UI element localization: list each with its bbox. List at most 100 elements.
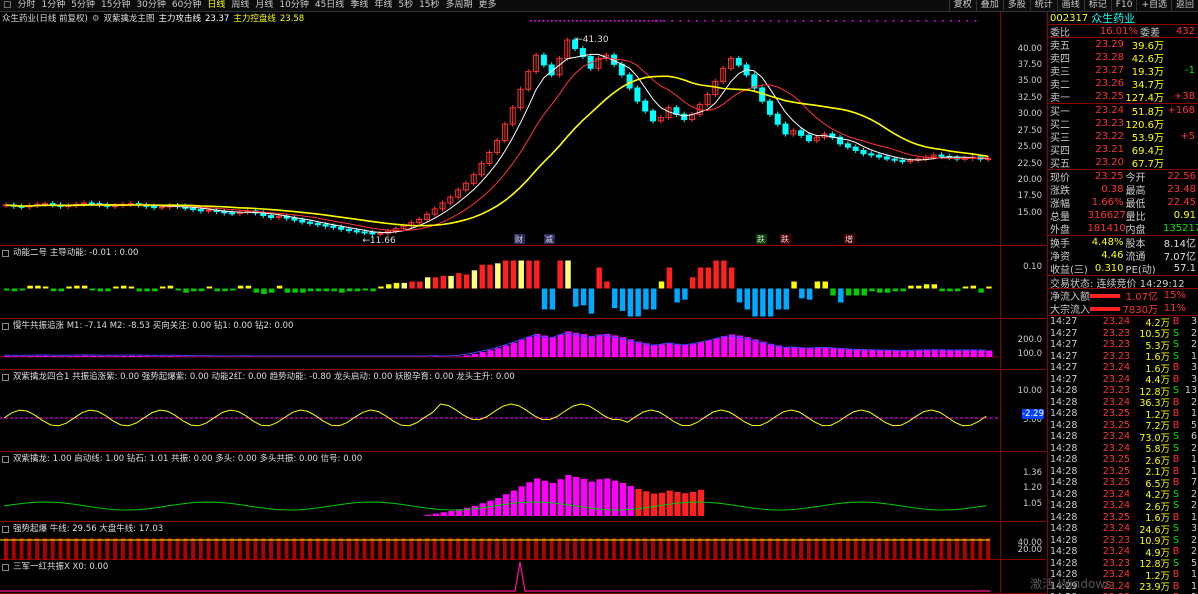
top-marker [696, 20, 698, 22]
resonance-bar [884, 350, 892, 357]
panel-0-chart[interactable] [0, 246, 1046, 319]
toolbar-btn-0[interactable]: 复权 [948, 0, 976, 11]
energy-bar [401, 282, 408, 289]
flow-bar [1090, 293, 1120, 298]
panel-5[interactable]: 三军一红共振X X0: 0.00 [0, 560, 1046, 594]
toolbar-checkbox-icon[interactable]: ▢ [0, 0, 15, 11]
trade-row[interactable]: 14:28 23.25 1.2万 B 1 [1048, 408, 1198, 421]
panel-checkbox-icon[interactable] [2, 373, 9, 381]
panel-5-chart[interactable] [0, 560, 1046, 594]
resonance-bar [689, 343, 697, 357]
period-14[interactable]: 15秒 [416, 0, 442, 11]
trade-row[interactable]: 14:28 23.24 5.8万 S 2 [1048, 442, 1198, 456]
panel-scale-4[interactable]: 40.00 20.00 [1000, 522, 1046, 559]
period-13[interactable]: 5秒 [395, 0, 416, 11]
trade-row[interactable]: 14:28 23.23 12.8万 S 5 [1048, 558, 1198, 571]
period-8[interactable]: 月线 [252, 0, 276, 11]
period-11[interactable]: 季线 [347, 0, 371, 11]
dragon-bar [651, 493, 658, 516]
trade-row[interactable]: 14:28 23.25 2.1万 B 1 [1048, 466, 1198, 479]
period-10[interactable]: 45日线 [312, 0, 347, 11]
trade-row[interactable]: 14:28 23.24 36.3万 B 2 [1048, 397, 1198, 410]
resonance-bar [471, 353, 478, 357]
panel-checkbox-icon[interactable] [2, 249, 9, 257]
toolbar-btn-7[interactable]: 返回 [1170, 0, 1198, 11]
trade-row[interactable]: 14:27 23.23 10.5万 S 2 [1048, 328, 1198, 341]
panel-3[interactable]: 双紫擒龙: 1.00 启动线: 1.00 钻石: 1.01 共振: 0.00 多… [0, 452, 1046, 522]
trade-row[interactable]: 14:28 23.24 24.6万 S 3 [1048, 523, 1198, 536]
panel-title-4: 强势起爆 牛线: 29.56 大盘牛线: 17.03 [13, 524, 164, 534]
panel-scale-0[interactable]: 0.10 [1000, 246, 1046, 318]
trade-row[interactable]: 14:27 23.24 4.4万 B 3 [1048, 374, 1198, 387]
energy-bar [315, 288, 322, 292]
burst-bar [331, 538, 336, 560]
period-3[interactable]: 15分钟 [98, 0, 133, 11]
trade-row[interactable]: 14:28 23.24 4.9万 B 2 [1048, 546, 1198, 559]
period-2[interactable]: 5分钟 [68, 0, 98, 11]
burst-bar [346, 538, 351, 560]
panel-header-1: 慢牛共振追涨 M1: -7.14 M2: -8.53 买向关注: 0.00 钻1… [2, 320, 293, 332]
energy-bar [183, 288, 189, 293]
trade-row[interactable]: 14:28 23.25 2.6万 B 1 [1048, 454, 1198, 467]
trade-row[interactable]: 14:27 23.23 1.6万 S 1 [1048, 351, 1198, 364]
trade-row[interactable]: 14:27 23.24 4.2万 B 3 [1048, 316, 1198, 329]
resonance-bar [42, 355, 50, 357]
toolbar-btn-1[interactable]: 叠加 [975, 0, 1003, 11]
kline-chart[interactable]: ←41.30 ←11.66 财 减 跌 跌 增 [0, 12, 1046, 246]
candle-body [650, 110, 657, 122]
resonance-bar [612, 335, 619, 357]
panel-scale-1[interactable]: 200.0 100.0 [1000, 319, 1046, 369]
dragon-bar [666, 490, 673, 516]
panel-scale-3[interactable]: 1.36 1.20 1.05 [1000, 452, 1046, 521]
toolbar-btn-4[interactable]: 画线 [1056, 0, 1084, 11]
panel-2[interactable]: 双紫擒龙四合1 共振追涨紫: 0.00 强势起爆紫: 0.00 动能2红: 0.… [0, 370, 1046, 452]
price-tick: 15.00 [1017, 207, 1042, 218]
trade-row[interactable]: 14:28 23.23 12.8万 S 13 [1048, 385, 1198, 398]
indicator-name[interactable]: 双紫擒龙主图 [103, 13, 154, 25]
period-15[interactable]: 多周期 [443, 0, 476, 11]
toolbar-btn-6[interactable]: +自选 [1136, 0, 1171, 11]
period-5[interactable]: 60分钟 [169, 0, 204, 11]
panel-0[interactable]: 动能二号 主导动能: -0.01 : 0.00 0.10 [0, 246, 1046, 319]
toolbar-btn-3[interactable]: 统计 [1029, 0, 1057, 11]
panel-1[interactable]: 慢牛共振追涨 M1: -7.14 M2: -8.53 买向关注: 0.00 钻1… [0, 319, 1046, 370]
settings-icon[interactable]: ⚙ [92, 13, 100, 25]
trade-time: 14:28 [1050, 442, 1078, 454]
trade-row[interactable]: 14:27 23.23 5.3万 S 2 [1048, 339, 1198, 352]
trade-row[interactable]: 14:28 23.23 10.9万 S 2 [1048, 535, 1198, 548]
chart-area[interactable]: ←41.30 ←11.66 财 减 跌 跌 增 众生药业(日线 前复权) ⚙ 双紫擒龙主图 … [0, 12, 1046, 594]
panel-scale-2[interactable]: 10.00 5.00 -2.29 [1000, 370, 1046, 451]
dragon-bar [534, 478, 541, 516]
period-7[interactable]: 周线 [228, 0, 252, 11]
period-16[interactable]: 更多 [476, 0, 500, 11]
trade-ticks[interactable]: 14:27 23.24 4.2万 B 3 14:27 23.23 10.5万 S 2 14:27 23… [1048, 316, 1198, 594]
panel-checkbox-icon[interactable] [2, 455, 9, 463]
trade-row[interactable]: 14:28 23.24 2.6万 S 2 [1048, 500, 1198, 513]
period-4[interactable]: 30分钟 [133, 0, 168, 11]
panel-checkbox-icon[interactable] [2, 563, 9, 571]
trade-row[interactable]: 14:28 23.24 73.0万 S 6 [1048, 431, 1198, 444]
main-kline-panel[interactable]: ←41.30 ←11.66 财 减 跌 跌 增 众生药业(日线 前复权) ⚙ 双紫擒龙主图 … [0, 12, 1046, 246]
trade-row[interactable]: 14:28 23.25 1.6万 B 1 [1048, 512, 1198, 525]
panel-4[interactable]: 强势起爆 牛线: 29.56 大盘牛线: 17.03 40.00 20.00 [0, 522, 1046, 560]
stat-value2: 22.56 [1167, 171, 1196, 182]
period-6[interactable]: 日线 [204, 0, 228, 11]
energy-bar [799, 288, 805, 299]
period-0[interactable]: 分时 [15, 0, 39, 11]
burst-bar [448, 538, 453, 560]
period-1[interactable]: 1分钟 [39, 0, 69, 11]
panel-checkbox-icon[interactable] [2, 322, 9, 330]
trade-row[interactable]: 14:28 23.25 6.5万 B 7 [1048, 477, 1198, 490]
toolbar-btn-2[interactable]: 多股 [1002, 0, 1030, 11]
period-9[interactable]: 10分钟 [276, 0, 311, 11]
trade-row[interactable]: 14:27 23.24 1.6万 B 3 [1048, 362, 1198, 375]
burst-bar [81, 538, 86, 560]
panel-checkbox-icon[interactable] [2, 525, 9, 533]
stat2-value2: 7.07亿 [1163, 252, 1196, 263]
price-scale[interactable]: 40.00 37.50 35.00 32.50 30.00 27.50 25.00 22.50… [1000, 12, 1046, 245]
resonance-bar [81, 355, 89, 357]
trade-row[interactable]: 14:28 23.25 7.2万 B 5 [1048, 420, 1198, 433]
period-12[interactable]: 年线 [371, 0, 395, 11]
trade-row[interactable]: 14:28 23.24 4.2万 S 2 [1048, 489, 1198, 502]
burst-bar [97, 538, 102, 560]
